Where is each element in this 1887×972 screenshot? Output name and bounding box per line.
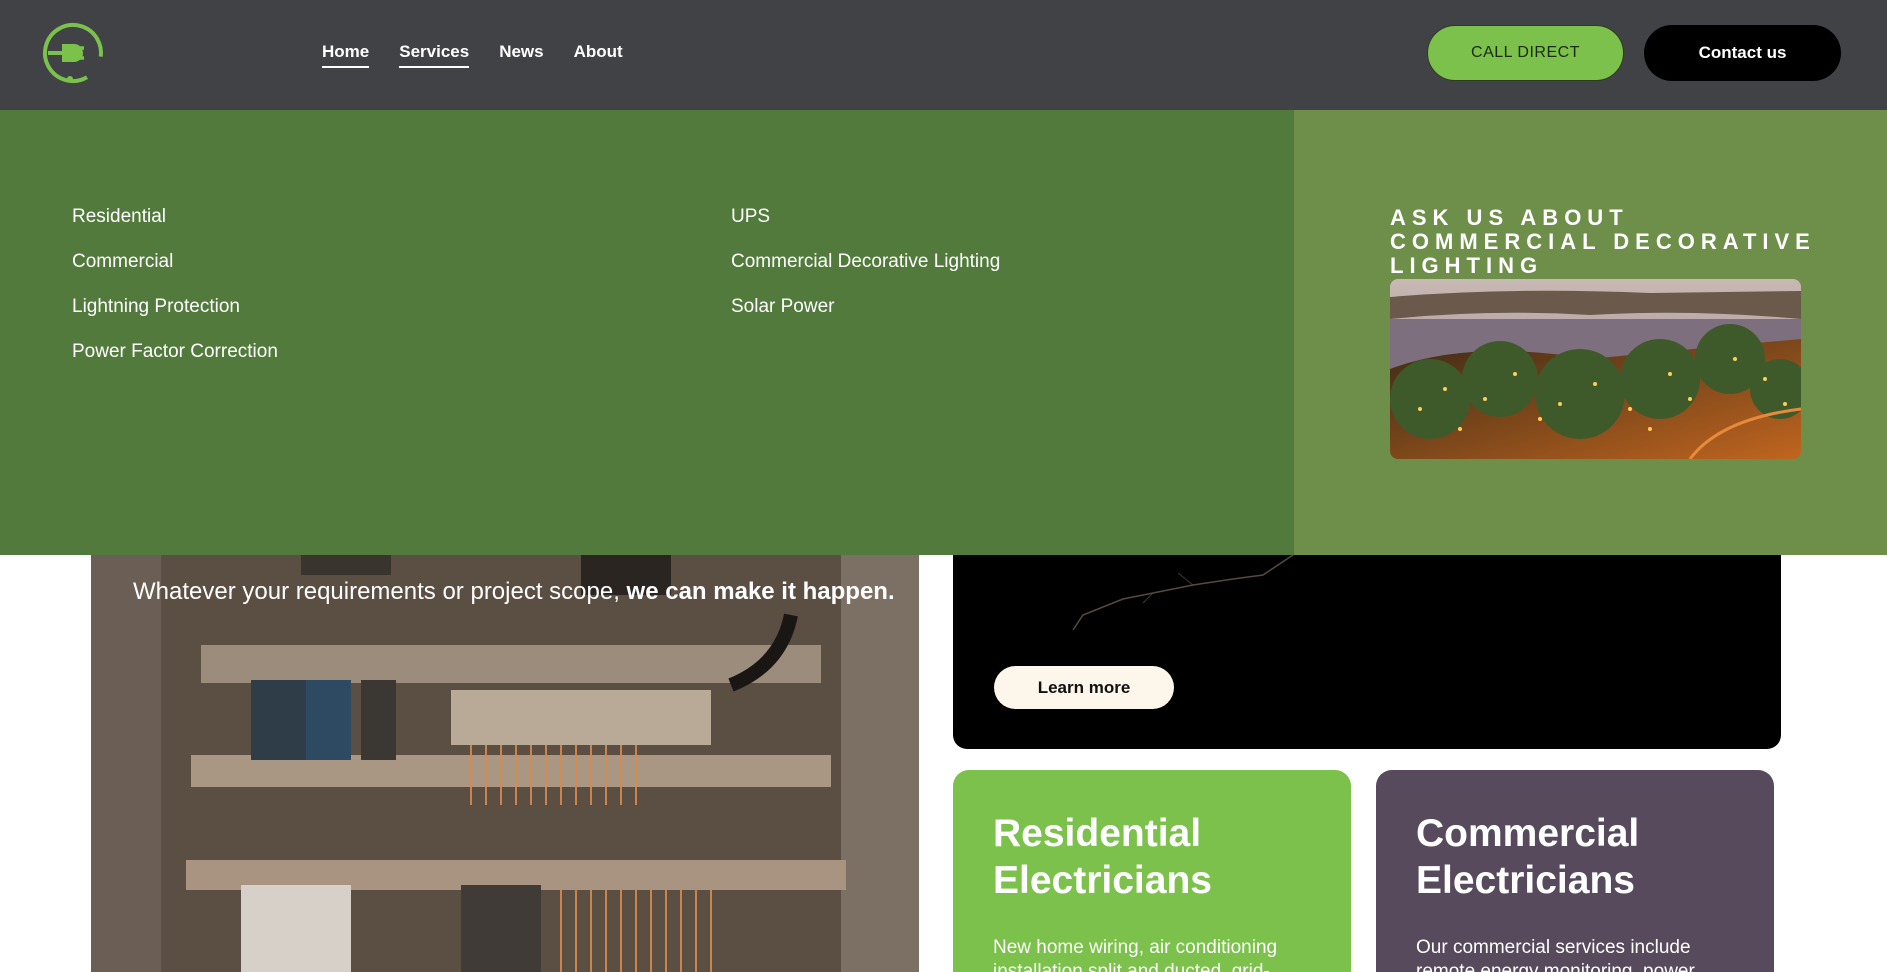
commercial-card[interactable]: Commercial Electricians Our commercial s…	[1376, 770, 1774, 972]
logo-plug-icon[interactable]	[40, 20, 106, 86]
nav-services-link[interactable]: Services	[399, 42, 470, 68]
main-nav: Home Services News About	[322, 42, 623, 68]
menu-column-2: UPS Commercial Decorative Lighting Solar…	[731, 205, 1000, 318]
menu-item-commercial[interactable]: Commercial	[72, 250, 278, 273]
promo-image[interactable]	[1390, 279, 1801, 459]
hero-text-regular: Whatever your requirements or project sc…	[133, 578, 627, 605]
menu-item-residential[interactable]: Residential	[72, 205, 278, 228]
menu-item-ups[interactable]: UPS	[731, 205, 1000, 228]
mega-menu-promo-panel: ASK US ABOUT COMMERCIAL DECORATIVE LIGHT…	[1294, 110, 1887, 555]
menu-item-power-factor-correction[interactable]: Power Factor Correction	[72, 340, 278, 363]
hero-tagline: Whatever your requirements or project sc…	[133, 578, 895, 606]
menu-item-solar-power[interactable]: Solar Power	[731, 295, 1000, 318]
lightning-panel	[953, 555, 1781, 749]
electrical-cabinet-image	[91, 555, 919, 972]
hero-text-bold: we can make it happen.	[626, 578, 895, 605]
nav-about-link[interactable]: About	[574, 42, 623, 68]
lightning-bolt-image	[1072, 555, 1294, 631]
menu-item-commercial-decorative-lighting[interactable]: Commercial Decorative Lighting	[731, 250, 1000, 273]
card-title: Residential Electricians	[993, 812, 1212, 902]
decorative-lighting-image	[1390, 279, 1801, 459]
nav-news-link[interactable]: News	[499, 42, 543, 68]
card-description: New home wiring, air conditioning instal…	[993, 937, 1278, 972]
menu-item-lightning-protection[interactable]: Lightning Protection	[72, 295, 278, 318]
services-mega-menu: Residential Commercial Lightning Protect…	[0, 110, 1887, 555]
hero-panel	[91, 555, 919, 972]
mega-menu-links-panel: Residential Commercial Lightning Protect…	[0, 110, 1294, 555]
menu-column-1: Residential Commercial Lightning Protect…	[72, 205, 278, 363]
learn-more-button[interactable]: Learn more	[994, 666, 1174, 709]
contact-us-button[interactable]: Contact us	[1644, 25, 1841, 81]
site-header: Home Services News About CALL DIRECT Con…	[0, 0, 1887, 110]
nav-home-link[interactable]: Home	[322, 42, 370, 68]
promo-title: ASK US ABOUT COMMERCIAL DECORATIVE LIGHT…	[1390, 205, 1816, 278]
residential-card[interactable]: Residential Electricians New home wiring…	[953, 770, 1351, 972]
card-description: Our commercial services include remote e…	[1416, 937, 1695, 972]
card-title: Commercial Electricians	[1416, 812, 1640, 902]
call-direct-button[interactable]: CALL DIRECT	[1427, 25, 1624, 81]
